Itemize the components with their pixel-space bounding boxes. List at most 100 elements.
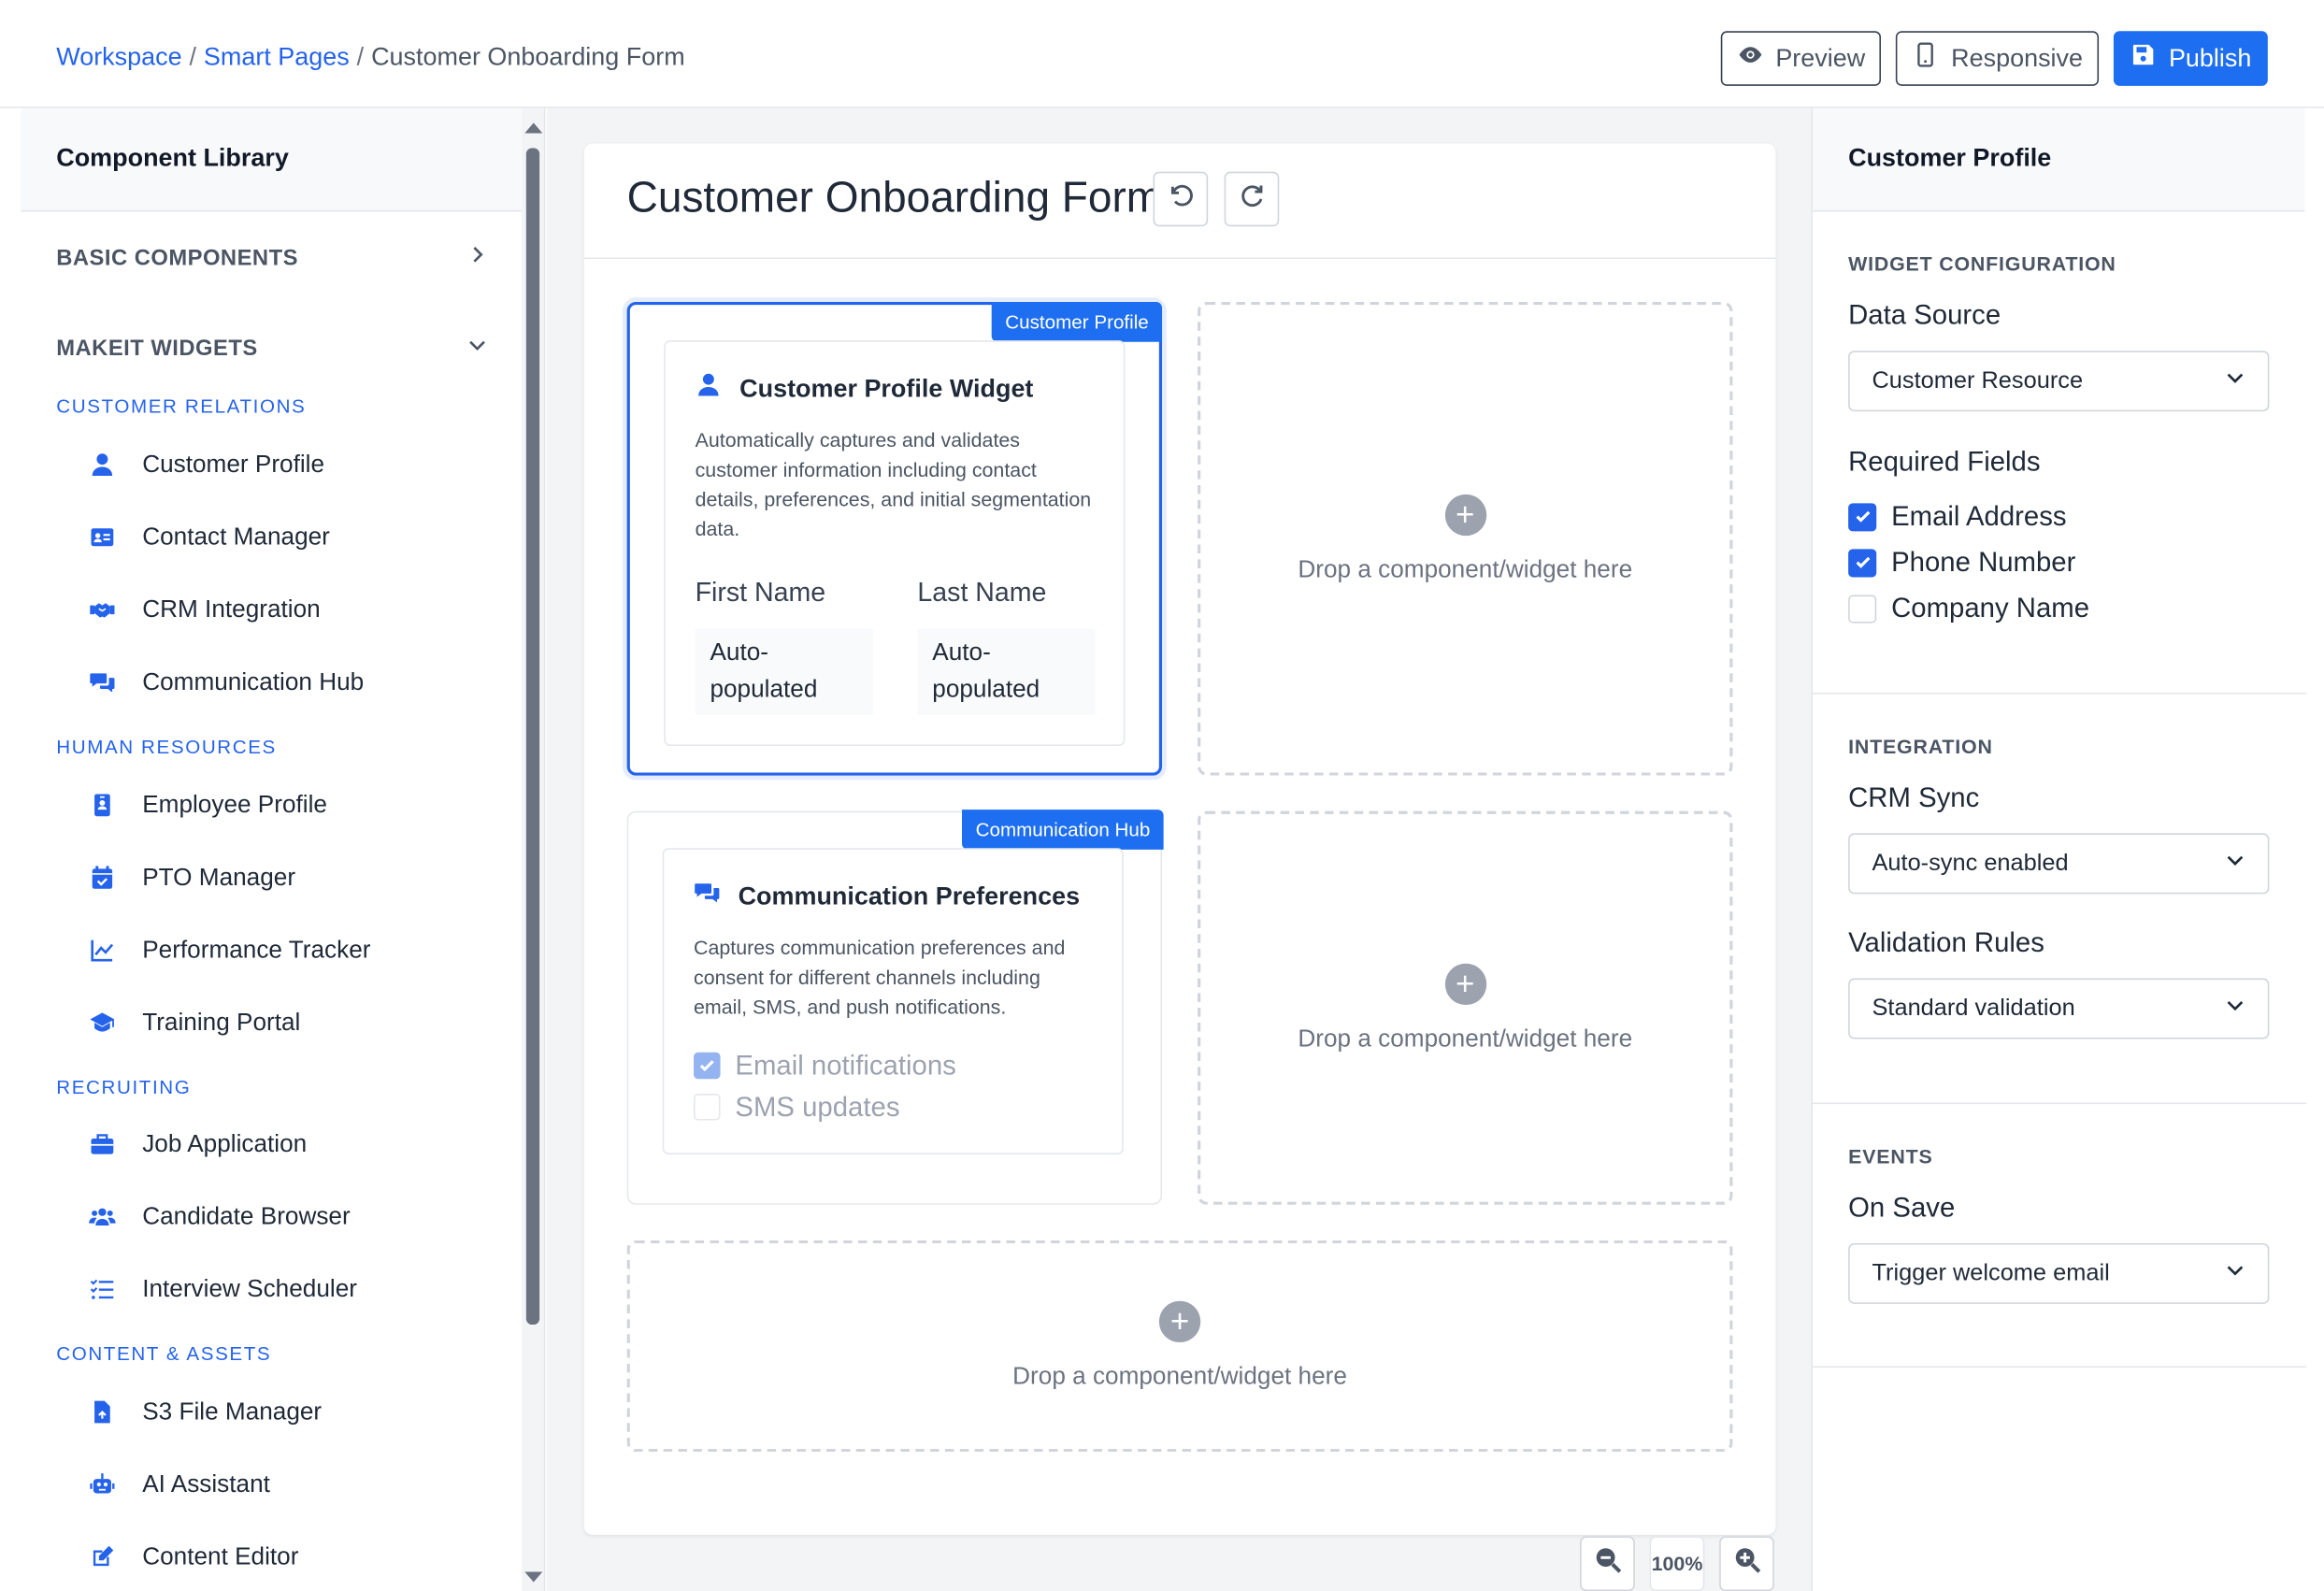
top-actions: Preview Responsive Publish — [1720, 31, 2268, 86]
comments-icon — [694, 879, 721, 912]
customer-profile-widget[interactable]: Customer Profile Widget Automatically ca… — [664, 340, 1126, 746]
group-makeit-widgets[interactable]: MAKEIT WIDGETS — [21, 333, 522, 363]
group-basic-components[interactable]: BASIC COMPONENTS — [21, 243, 522, 273]
sidebar-scrollbar[interactable] — [522, 108, 546, 1591]
section-title-recruiting: RECRUITING — [56, 1076, 192, 1098]
sidebar-item-crm-integration[interactable]: CRM Integration — [89, 592, 321, 627]
section-title: INTEGRATION — [1848, 735, 1993, 758]
widget-title-text: Communication Preferences — [738, 881, 1081, 910]
option-email-notifications[interactable]: Email notifications — [694, 1050, 1092, 1082]
drop-zone-full-width[interactable]: + Drop a component/widget here — [626, 1240, 1733, 1453]
scroll-down-arrow[interactable] — [524, 1571, 543, 1583]
scroll-up-arrow[interactable] — [524, 122, 543, 134]
eye-icon — [1737, 41, 1764, 75]
user-icon — [696, 371, 723, 405]
widget-description: Automatically captures and validates cus… — [695, 429, 1092, 540]
name-fields: First Name Auto-populated Last Name Auto… — [695, 577, 1096, 715]
section-title-customer-relations: CUSTOMER RELATIONS — [56, 394, 307, 418]
data-source-select[interactable]: Customer Resource — [1848, 351, 2270, 412]
mobile-icon — [1913, 41, 1940, 75]
breadcrumb-smart-pages[interactable]: Smart Pages — [204, 43, 350, 73]
sidebar-item-interview-scheduler[interactable]: Interview Scheduler — [89, 1271, 357, 1307]
id-badge-icon — [89, 792, 116, 818]
preview-button[interactable]: Preview — [1720, 31, 1882, 86]
last-name-label: Last Name — [917, 577, 1047, 608]
field-company-name[interactable]: Company Name — [1848, 592, 2089, 624]
sidebar-item-ai-assistant[interactable]: AI Assistant — [89, 1467, 270, 1502]
field-label: Phone Number — [1891, 546, 2076, 578]
first-name-label: First Name — [695, 577, 826, 608]
sidebar-item-content-editor[interactable]: Content Editor — [89, 1540, 298, 1575]
undo-icon — [1166, 180, 1196, 218]
field-email-address[interactable]: Email Address — [1848, 500, 2067, 533]
responsive-button[interactable]: Responsive — [1896, 31, 2100, 86]
sidebar-item-pto-manager[interactable]: PTO Manager — [89, 860, 295, 896]
sidebar-item-job-application[interactable]: Job Application — [89, 1126, 307, 1162]
file-upload-icon — [89, 1398, 116, 1425]
sidebar-item-candidate-browser[interactable]: Candidate Browser — [89, 1198, 351, 1234]
checkbox-checked[interactable] — [1848, 548, 1877, 577]
plus-icon: + — [1444, 962, 1486, 1005]
publish-button[interactable]: Publish — [2114, 31, 2268, 86]
edit-icon — [89, 1543, 116, 1570]
users-icon — [89, 1203, 116, 1229]
first-name-value: Auto-populated — [695, 628, 873, 715]
sidebar-item-contact-manager[interactable]: Contact Manager — [89, 520, 330, 555]
communication-preferences-widget[interactable]: Communication Preferences Captures commu… — [662, 848, 1124, 1154]
checkbox-unchecked[interactable] — [694, 1094, 721, 1121]
redo-icon — [1237, 180, 1267, 218]
page-title[interactable]: Customer Onboarding Form — [627, 175, 1162, 223]
breadcrumb-workspace[interactable]: Workspace — [56, 43, 181, 73]
sidebar-item-communication-hub[interactable]: Communication Hub — [89, 665, 364, 700]
sidebar-item-label: PTO Manager — [142, 863, 296, 891]
list-check-icon — [89, 1276, 116, 1302]
sidebar-item-training-portal[interactable]: Training Portal — [89, 1005, 300, 1040]
drop-zone[interactable]: + Drop a component/widget here — [1198, 810, 1733, 1205]
zoom-out-icon — [1593, 1545, 1623, 1583]
sidebar-item-customer-profile[interactable]: Customer Profile — [89, 447, 324, 482]
scroll-thumb[interactable] — [525, 148, 540, 1326]
select-value: Standard validation — [1872, 995, 2075, 1021]
canvas-card: Customer Onboarding Form Customer Profil… — [583, 143, 1776, 1535]
preview-label: Preview — [1775, 43, 1866, 72]
widget-title: Customer Profile Widget — [696, 371, 1094, 405]
sidebar-item-performance-tracker[interactable]: Performance Tracker — [89, 932, 370, 968]
last-name-field: Last Name Auto-populated — [917, 577, 1096, 715]
drop-zone-text: Drop a component/widget here — [1298, 555, 1633, 583]
address-card-icon — [89, 523, 116, 550]
widget-description: Captures communication preferences and c… — [694, 937, 1066, 1019]
drop-zone[interactable]: + Drop a component/widget here — [1198, 301, 1733, 776]
zoom-out-button[interactable] — [1580, 1536, 1635, 1591]
select-value: Trigger welcome email — [1872, 1260, 2110, 1286]
checkbox-checked[interactable] — [1848, 502, 1877, 531]
option-sms-updates[interactable]: SMS updates — [694, 1091, 1092, 1124]
sidebar-item-label: CRM Integration — [142, 595, 321, 623]
canvas-area: Customer Onboarding Form Customer Profil… — [547, 108, 1812, 1591]
sidebar-item-label: Training Portal — [142, 1009, 301, 1036]
checkbox-checked[interactable] — [694, 1052, 721, 1080]
on-save-select[interactable]: Trigger welcome email — [1848, 1242, 2270, 1304]
sidebar-item-label: Communication Hub — [142, 667, 365, 695]
briefcase-icon — [89, 1131, 116, 1157]
slot-communication-hub[interactable]: Communication Hub Communication Preferen… — [626, 810, 1164, 1205]
field-phone-number[interactable]: Phone Number — [1848, 546, 2075, 579]
zoom-in-button[interactable] — [1719, 1536, 1774, 1591]
sidebar-item-label: Content Editor — [142, 1542, 299, 1570]
checkbox-unchecked[interactable] — [1848, 594, 1877, 623]
top-bar: Workspace / Smart Pages / Customer Onboa… — [0, 0, 2324, 108]
last-name-value: Auto-populated — [917, 628, 1096, 715]
undo-button[interactable] — [1153, 171, 1209, 227]
redo-button[interactable] — [1224, 171, 1280, 227]
responsive-label: Responsive — [1951, 43, 2083, 72]
sidebar-item-s3-file-manager[interactable]: S3 File Manager — [89, 1394, 322, 1429]
select-value: Auto-sync enabled — [1872, 850, 2069, 876]
user-icon — [89, 452, 116, 478]
sidebar-item-employee-profile[interactable]: Employee Profile — [89, 787, 327, 823]
sidebar-item-label: Contact Manager — [142, 523, 330, 551]
required-fields-label: Required Fields — [1848, 445, 2041, 477]
sidebar-title: Component Library — [21, 108, 523, 212]
sidebar-item-label: Candidate Browser — [142, 1202, 351, 1229]
slot-customer-profile[interactable]: Customer Profile Customer Profile Widget… — [626, 301, 1163, 776]
validation-rules-select[interactable]: Standard validation — [1848, 978, 2270, 1039]
crm-sync-select[interactable]: Auto-sync enabled — [1848, 833, 2270, 895]
